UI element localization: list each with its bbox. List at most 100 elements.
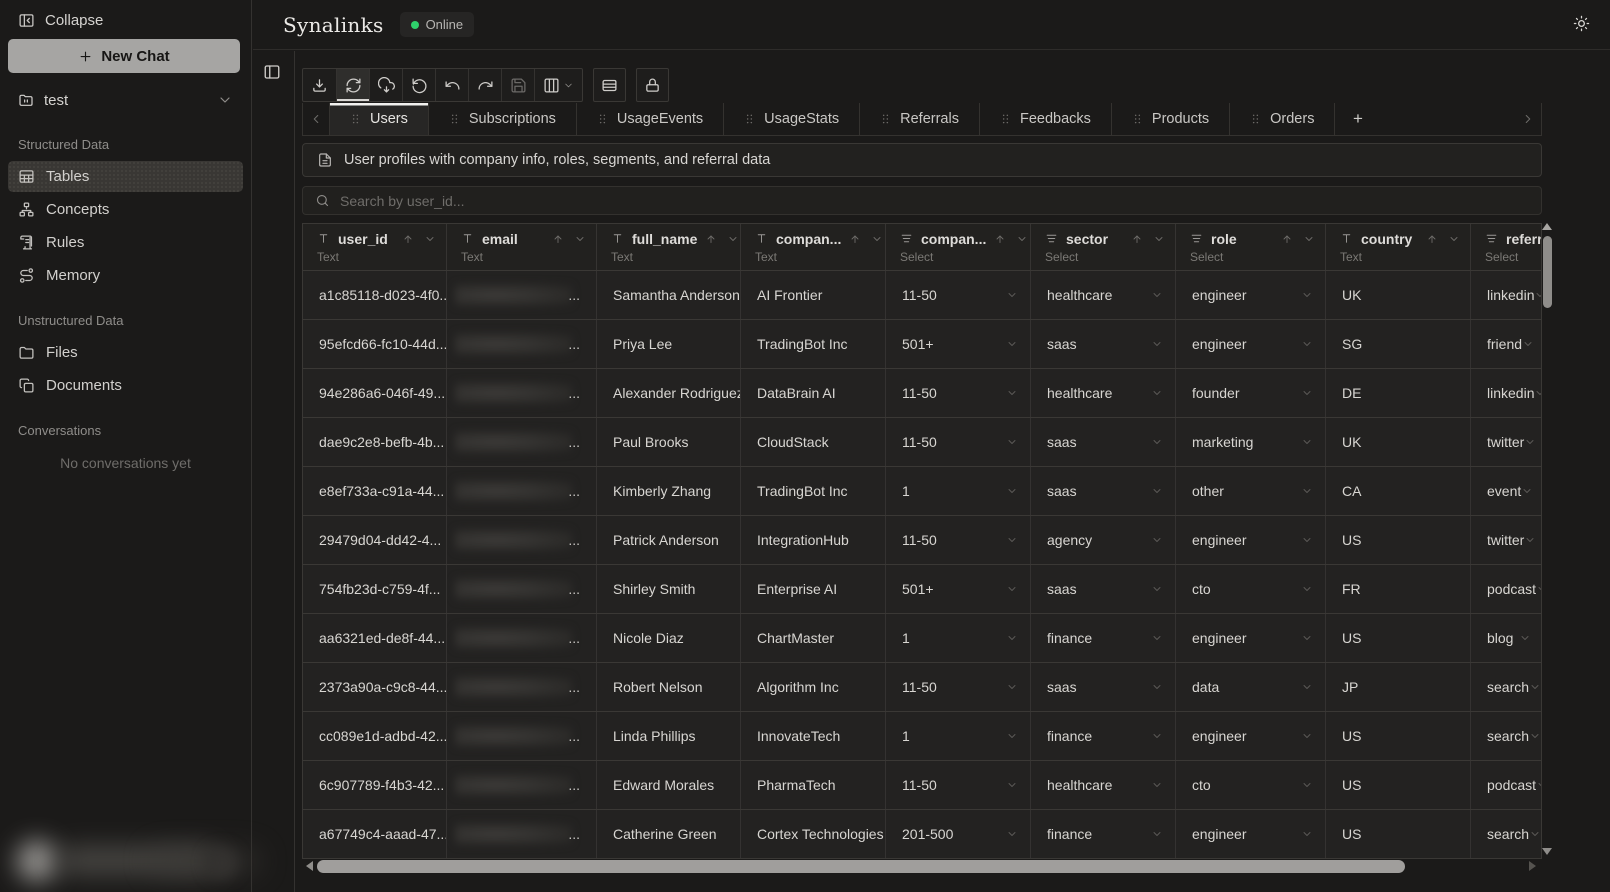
columns-button[interactable] — [534, 69, 582, 101]
cell-sector[interactable]: finance — [1030, 614, 1175, 662]
cell-company_name[interactable]: TradingBot Inc — [740, 467, 885, 515]
horizontal-scrollbar[interactable] — [306, 858, 1536, 874]
cell-user_id[interactable]: e8ef733a-c91a-44... — [303, 467, 446, 515]
column-header-referral[interactable]: referr...Select — [1470, 224, 1542, 270]
column-header-company_size[interactable]: compan...Select — [885, 224, 1030, 270]
tab-feedbacks[interactable]: Feedbacks — [979, 103, 1111, 135]
cell-country[interactable]: CA — [1325, 467, 1470, 515]
cell-country[interactable]: UK — [1325, 418, 1470, 466]
vertical-scrollbar-thumb[interactable] — [1543, 236, 1552, 308]
sidebar-item-memory[interactable]: Memory — [8, 260, 243, 291]
sidebar-item-files[interactable]: Files — [8, 337, 243, 368]
cell-company_name[interactable]: IntegrationHub — [740, 516, 885, 564]
scroll-up-arrow-icon[interactable] — [1542, 223, 1552, 230]
cell-country[interactable]: US — [1325, 761, 1470, 809]
cell-email[interactable]: ... — [446, 761, 596, 809]
cell-company_name[interactable]: InnovateTech — [740, 712, 885, 760]
cell-referral[interactable]: linkedin — [1470, 369, 1542, 417]
cell-role[interactable]: engineer — [1175, 516, 1325, 564]
cell-country[interactable]: DE — [1325, 369, 1470, 417]
scroll-right-arrow-icon[interactable] — [1529, 861, 1536, 871]
cell-country[interactable]: US — [1325, 516, 1470, 564]
tab-orders[interactable]: Orders — [1229, 103, 1334, 135]
cell-email[interactable]: ... — [446, 663, 596, 711]
cell-sector[interactable]: agency — [1030, 516, 1175, 564]
cell-referral[interactable]: twitter — [1470, 516, 1542, 564]
cell-company_size[interactable]: 501+ — [885, 565, 1030, 613]
column-header-role[interactable]: roleSelect — [1175, 224, 1325, 270]
cell-email[interactable]: ... — [446, 712, 596, 760]
cell-role[interactable]: engineer — [1175, 271, 1325, 319]
sidebar-item-tables[interactable]: Tables — [8, 161, 243, 192]
cell-country[interactable]: UK — [1325, 271, 1470, 319]
cell-referral[interactable]: linkedin — [1470, 271, 1542, 319]
sidebar-item-concepts[interactable]: Concepts — [8, 194, 243, 225]
cell-role[interactable]: cto — [1175, 565, 1325, 613]
cell-full_name[interactable]: Alexander Rodriguez — [596, 369, 740, 417]
cell-email[interactable]: ... — [446, 810, 596, 858]
search-input[interactable] — [340, 193, 1529, 209]
cell-referral[interactable]: search — [1470, 810, 1542, 858]
column-header-email[interactable]: emailText — [446, 224, 596, 270]
cell-country[interactable]: JP — [1325, 663, 1470, 711]
cell-user_id[interactable]: 754fb23d-c759-4f... — [303, 565, 446, 613]
cell-user_id[interactable]: 6c907789-f4b3-42... — [303, 761, 446, 809]
cell-sector[interactable]: finance — [1030, 712, 1175, 760]
cell-company_size[interactable]: 11-50 — [885, 271, 1030, 319]
cell-full_name[interactable]: Catherine Green — [596, 810, 740, 858]
cell-role[interactable]: cto — [1175, 761, 1325, 809]
cell-role[interactable]: other — [1175, 467, 1325, 515]
cell-full_name[interactable]: Patrick Anderson — [596, 516, 740, 564]
cell-email[interactable]: ... — [446, 271, 596, 319]
cell-country[interactable]: US — [1325, 810, 1470, 858]
cell-referral[interactable]: friend — [1470, 320, 1542, 368]
download-button[interactable] — [303, 69, 336, 101]
cell-full_name[interactable]: Linda Phillips — [596, 712, 740, 760]
column-header-sector[interactable]: sectorSelect — [1030, 224, 1175, 270]
cell-user_id[interactable]: 94e286a6-046f-49... — [303, 369, 446, 417]
cell-sector[interactable]: healthcare — [1030, 369, 1175, 417]
cell-country[interactable]: US — [1325, 712, 1470, 760]
tabs-scroll-right-button[interactable] — [1515, 103, 1541, 135]
cell-referral[interactable]: blog — [1470, 614, 1542, 662]
tabs-scroll-left-button[interactable] — [303, 103, 329, 135]
cell-full_name[interactable]: Edward Morales — [596, 761, 740, 809]
project-selector[interactable]: test — [8, 85, 243, 115]
cell-full_name[interactable]: Nicole Diaz — [596, 614, 740, 662]
cell-company_name[interactable]: CloudStack — [740, 418, 885, 466]
cell-company_name[interactable]: DataBrain AI — [740, 369, 885, 417]
cell-user_id[interactable]: 29479d04-dd42-4... — [303, 516, 446, 564]
cell-referral[interactable]: podcast — [1470, 761, 1542, 809]
cell-email[interactable]: ... — [446, 516, 596, 564]
redo-button[interactable] — [468, 69, 501, 101]
cell-referral[interactable]: event — [1470, 467, 1542, 515]
lock-button[interactable] — [636, 68, 669, 102]
theme-toggle-button[interactable] — [1573, 15, 1590, 35]
cell-sector[interactable]: healthcare — [1030, 271, 1175, 319]
cell-full_name[interactable]: Kimberly Zhang — [596, 467, 740, 515]
rotate-ccw-button[interactable] — [402, 69, 435, 101]
cell-sector[interactable]: saas — [1030, 320, 1175, 368]
cell-email[interactable]: ... — [446, 320, 596, 368]
cell-email[interactable]: ... — [446, 369, 596, 417]
horizontal-scrollbar-thumb[interactable] — [317, 860, 1405, 873]
cell-company_size[interactable]: 11-50 — [885, 663, 1030, 711]
cell-company_name[interactable]: TradingBot Inc — [740, 320, 885, 368]
cell-company_name[interactable]: ChartMaster — [740, 614, 885, 662]
cell-sector[interactable]: saas — [1030, 418, 1175, 466]
cell-company_size[interactable]: 201-500 — [885, 810, 1030, 858]
sidebar-item-documents[interactable]: Documents — [8, 370, 243, 401]
cell-role[interactable]: data — [1175, 663, 1325, 711]
cloud-download-button[interactable] — [369, 69, 402, 101]
cell-role[interactable]: founder — [1175, 369, 1325, 417]
cell-company_size[interactable]: 1 — [885, 614, 1030, 662]
new-chat-button[interactable]: New Chat — [8, 39, 240, 73]
cell-sector[interactable]: healthcare — [1030, 761, 1175, 809]
cell-full_name[interactable]: Samantha Anderson — [596, 271, 740, 319]
undo-button[interactable] — [435, 69, 468, 101]
cell-referral[interactable]: search — [1470, 712, 1542, 760]
cell-user_id[interactable]: aa6321ed-de8f-44... — [303, 614, 446, 662]
tab-usagestats[interactable]: UsageStats — [723, 103, 859, 135]
cell-email[interactable]: ... — [446, 565, 596, 613]
scroll-down-arrow-icon[interactable] — [1542, 848, 1552, 855]
